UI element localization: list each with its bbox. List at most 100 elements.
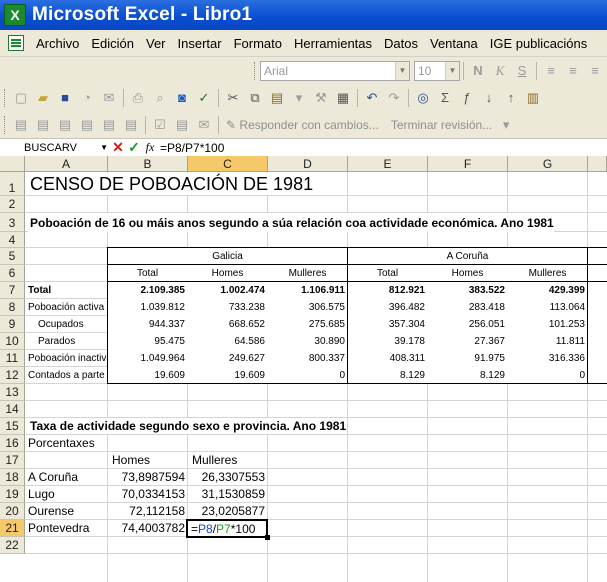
paste-icon[interactable]: ▤	[267, 88, 287, 108]
data-cell[interactable]: 95.475	[108, 333, 187, 349]
column-header-b[interactable]: B	[108, 156, 188, 172]
data-cell[interactable]: 2.109.385	[108, 282, 187, 298]
select-all-button[interactable]	[0, 156, 25, 172]
data-cell[interactable]: 19.609	[108, 367, 187, 383]
redo-icon[interactable]: ↷	[384, 88, 404, 108]
row-label-parados[interactable]: Parados	[36, 333, 107, 349]
italic-icon[interactable]: K	[490, 61, 510, 81]
enter-icon[interactable]: ✓	[126, 139, 142, 156]
menu-ige-publicacions[interactable]: IGE publicacións	[484, 36, 594, 51]
data-cell[interactable]: 8.129	[348, 367, 427, 383]
end-review-button[interactable]: Terminar revisión...	[391, 118, 492, 132]
row-header-3[interactable]: 3	[0, 213, 25, 232]
menu-herramientas[interactable]: Herramientas	[288, 36, 378, 51]
data-cell[interactable]: 800.337	[268, 350, 347, 366]
reply-with-changes-button[interactable]: ✎ Responder con cambios...	[226, 118, 379, 132]
row-header-5[interactable]: 5	[0, 248, 25, 265]
data-cell[interactable]: 101.253	[508, 316, 587, 332]
undo-icon[interactable]: ↶	[362, 88, 382, 108]
row-label-total[interactable]: Total	[26, 282, 107, 298]
column-header-a[interactable]: A	[25, 156, 108, 172]
rate-header-mulleres[interactable]: Mulleres	[190, 452, 237, 468]
sort-descending-icon[interactable]: ↑	[501, 88, 521, 108]
row-label-contados-a-parte[interactable]: Contados a parte	[26, 367, 107, 383]
table-icon[interactable]: ▦	[333, 88, 353, 108]
row-header-7[interactable]: 7	[0, 282, 25, 299]
research-icon[interactable]: ◙	[172, 88, 192, 108]
data-cell[interactable]: 383.522	[428, 282, 507, 298]
align-right-icon[interactable]: ≡	[585, 61, 605, 81]
font-size-select[interactable]: 10 ▼	[414, 60, 460, 81]
rate-province[interactable]: Lugo	[26, 486, 107, 502]
rate-province[interactable]: Ourense	[26, 503, 107, 519]
column-header-d[interactable]: D	[268, 156, 348, 172]
show-all-comments-icon[interactable]: ▤	[99, 115, 119, 135]
col-label-mulleres[interactable]: Mulleres	[508, 265, 587, 281]
data-cell[interactable]: 113.064	[508, 299, 587, 315]
print-preview-icon[interactable]: ⌕	[150, 88, 170, 108]
row-header-1[interactable]: 1	[0, 172, 25, 196]
hyperlink-icon[interactable]: ◎	[413, 88, 433, 108]
row-header-4[interactable]: 4	[0, 232, 25, 248]
update-file-icon[interactable]: ▤	[172, 115, 192, 135]
col-label-homes[interactable]: Homes	[188, 265, 267, 281]
row-header-15[interactable]: 15	[0, 418, 25, 435]
toolbar-grip[interactable]	[4, 115, 7, 134]
data-cell[interactable]: 812.921	[348, 282, 427, 298]
menu-datos[interactable]: Datos	[378, 36, 424, 51]
data-cell[interactable]: 30.890	[268, 333, 347, 349]
print-icon[interactable]: ⎙	[128, 88, 148, 108]
spelling-icon[interactable]: ✓	[194, 88, 214, 108]
name-box[interactable]: BUSCARV ▼	[0, 140, 110, 156]
data-cell[interactable]: 1.106.911	[268, 282, 347, 298]
chevron-down-icon[interactable]: ▼	[395, 61, 409, 80]
row-header-22[interactable]: 22	[0, 537, 25, 554]
row-header-21[interactable]: 21	[0, 520, 25, 537]
rate-homes-value[interactable]: 70,0334153	[108, 486, 187, 502]
sheet-subtitle[interactable]: Poboación de 16 ou máis anos segundo a s…	[28, 213, 554, 232]
group-header-coruna[interactable]: A Coruña	[348, 248, 587, 264]
data-cell[interactable]: 27.367	[428, 333, 507, 349]
rate-homes-value[interactable]: 72,112158	[108, 503, 187, 519]
row-header-10[interactable]: 10	[0, 333, 25, 350]
toolbar-grip[interactable]	[4, 88, 7, 107]
align-left-icon[interactable]: ≡	[541, 61, 561, 81]
column-header-h[interactable]	[588, 156, 607, 172]
row-header-8[interactable]: 8	[0, 299, 25, 316]
new-comment-icon[interactable]: ▤	[11, 115, 31, 135]
data-cell[interactable]: 396.482	[348, 299, 427, 315]
data-cell[interactable]: 283.418	[428, 299, 507, 315]
row-header-18[interactable]: 18	[0, 469, 25, 486]
row-header-2[interactable]: 2	[0, 196, 25, 213]
menu-ver[interactable]: Ver	[140, 36, 172, 51]
email-icon[interactable]: ✉	[99, 88, 119, 108]
rate-unit-label[interactable]: Porcentaxes	[26, 435, 95, 451]
column-header-c[interactable]: C	[188, 156, 268, 172]
data-cell[interactable]: 408.311	[348, 350, 427, 366]
data-cell[interactable]: 0	[268, 367, 347, 383]
row-label-ocupados[interactable]: Ocupados	[36, 316, 107, 332]
data-cell[interactable]: 668.652	[188, 316, 267, 332]
send-mail-icon[interactable]: ✉	[194, 115, 214, 135]
menu-archivo[interactable]: Archivo	[30, 36, 85, 51]
sheet-title[interactable]: CENSO DE POBOACIÓN DE 1981	[28, 173, 314, 195]
col-label-total[interactable]: Total	[108, 265, 187, 281]
data-cell[interactable]: 357.304	[348, 316, 427, 332]
show-comment-icon[interactable]: ▤	[77, 115, 97, 135]
track-changes-icon[interactable]: ☑	[150, 115, 170, 135]
underline-icon[interactable]: S	[512, 61, 532, 81]
paste-options-icon[interactable]: ▾	[289, 88, 309, 108]
worksheet-grid[interactable]: A B C D E F G 1 2 3 4 5 6 7 8 9 10 11 12…	[0, 156, 607, 582]
row-header-13[interactable]: 13	[0, 384, 25, 401]
workbook-icon[interactable]	[8, 35, 24, 51]
menu-formato[interactable]: Formato	[228, 36, 288, 51]
menu-edicion[interactable]: Edición	[85, 36, 140, 51]
rate-province[interactable]: A Coruña	[26, 469, 107, 485]
excel-app-icon[interactable]: X	[4, 4, 26, 26]
copy-icon[interactable]: ⧉	[245, 88, 265, 108]
delete-comment-icon[interactable]: ▤	[121, 115, 141, 135]
rate-mulleres-value[interactable]: 23,0205877	[188, 503, 267, 519]
row-header-11[interactable]: 11	[0, 350, 25, 367]
rate-homes-value[interactable]: 74,4003782	[108, 520, 187, 536]
data-cell[interactable]: 944.337	[108, 316, 187, 332]
